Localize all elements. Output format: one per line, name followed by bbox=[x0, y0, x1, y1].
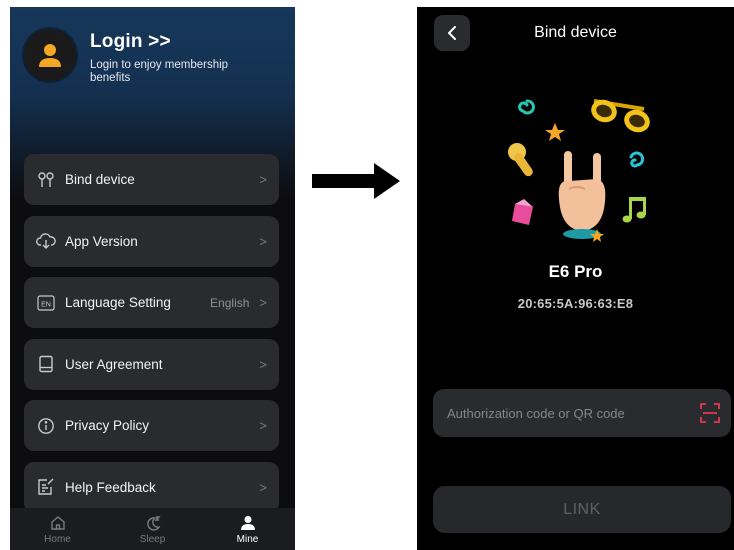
tab-label: Mine bbox=[236, 533, 259, 545]
user-avatar-icon bbox=[39, 44, 61, 67]
svg-text:EN: EN bbox=[41, 301, 51, 308]
login-link[interactable]: Login >> bbox=[90, 31, 250, 53]
menu-item-label: Language Setting bbox=[65, 295, 171, 310]
tab-sleep[interactable]: Sleep bbox=[105, 508, 200, 550]
tab-label: Home bbox=[44, 533, 71, 545]
login-profile[interactable]: Login >> Login to enjoy membership benef… bbox=[24, 29, 250, 85]
menu-item-user-agreement[interactable]: User Agreement > bbox=[24, 338, 279, 390]
earbuds-icon bbox=[36, 170, 56, 190]
bind-device-screen: Bind device E6 Pro 20:65:5A:96:63:E8 Aut… bbox=[417, 7, 734, 550]
device-name: E6 Pro bbox=[548, 262, 603, 281]
chevron-right-icon: > bbox=[259, 418, 267, 433]
avatar[interactable] bbox=[24, 29, 76, 81]
tab-label: Sleep bbox=[139, 533, 166, 545]
person-icon bbox=[240, 514, 256, 532]
language-icon: EN bbox=[36, 293, 56, 313]
menu-item-language-setting[interactable]: EN Language Setting English > bbox=[24, 277, 279, 328]
menu-item-label: Privacy Policy bbox=[65, 418, 150, 433]
menu-item-label: User Agreement bbox=[65, 356, 163, 372]
tab-mine[interactable]: Mine bbox=[200, 508, 295, 550]
page-title: Bind device bbox=[534, 24, 617, 41]
menu-item-help-feedback[interactable]: Help Feedback > bbox=[24, 461, 279, 513]
menu-item-privacy-policy[interactable]: Privacy Policy > bbox=[24, 400, 279, 451]
tab-home[interactable]: Home bbox=[10, 508, 105, 550]
qr-scan-icon[interactable] bbox=[699, 402, 721, 424]
chevron-right-icon: > bbox=[259, 172, 267, 187]
music-note-icon bbox=[622, 197, 646, 223]
mine-screen: Login >> Login to enjoy membership benef… bbox=[10, 7, 295, 550]
sunglasses-icon bbox=[591, 99, 650, 133]
rock-hand-illustration bbox=[508, 99, 650, 242]
bottom-tab-bar: Home Sleep Mine bbox=[10, 508, 295, 550]
menu-item-label: Help Feedback bbox=[65, 479, 156, 495]
home-icon bbox=[50, 514, 66, 532]
chevron-right-icon: > bbox=[259, 233, 267, 249]
book-icon bbox=[36, 354, 56, 374]
chevron-right-icon: > bbox=[259, 479, 267, 495]
earbud-icon bbox=[508, 143, 533, 177]
chevron-right-icon: > bbox=[259, 356, 267, 372]
login-subtitle: Login to enjoy membership benefits bbox=[90, 59, 229, 84]
sleep-icon bbox=[145, 514, 161, 532]
menu-item-bind-device[interactable]: Bind device > bbox=[24, 154, 279, 205]
menu-item-label: Bind device bbox=[65, 172, 135, 187]
authorization-code-input[interactable] bbox=[445, 404, 699, 422]
chevron-right-icon: > bbox=[259, 295, 267, 310]
menu-item-label: App Version bbox=[65, 233, 138, 249]
info-icon bbox=[36, 416, 56, 436]
flow-arrow-icon bbox=[312, 163, 400, 199]
rock-hand-icon bbox=[558, 151, 606, 239]
feedback-icon bbox=[36, 477, 56, 497]
menu-item-app-version[interactable]: App Version > bbox=[24, 215, 279, 267]
device-mac-address: 20:65:5A:96:63:E8 bbox=[517, 296, 634, 311]
language-value: English bbox=[210, 295, 250, 310]
cloud-download-icon bbox=[36, 231, 56, 251]
link-button[interactable]: LINK bbox=[433, 486, 731, 533]
settings-menu: Bind device > App Version > EN Language … bbox=[24, 154, 279, 523]
authorization-field[interactable] bbox=[433, 389, 731, 437]
